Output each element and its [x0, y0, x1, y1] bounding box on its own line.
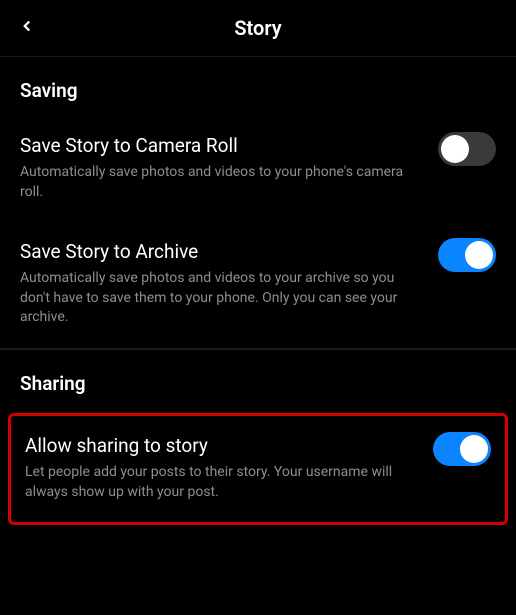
setting-text: Allow sharing to story Let people add yo… — [25, 434, 417, 502]
setting-title: Save Story to Archive — [20, 240, 422, 263]
toggle-save-camera-roll[interactable] — [438, 132, 496, 166]
setting-text: Save Story to Camera Roll Automatically … — [20, 134, 422, 202]
chevron-left-icon — [18, 17, 36, 35]
section-header-saving: Saving — [0, 56, 516, 116]
setting-description: Let people add your posts to their story… — [25, 463, 417, 502]
setting-save-camera-roll: Save Story to Camera Roll Automatically … — [0, 116, 516, 222]
back-button[interactable] — [12, 11, 42, 45]
setting-text: Save Story to Archive Automatically save… — [20, 240, 422, 328]
setting-allow-sharing: Allow sharing to story Let people add yo… — [11, 416, 505, 522]
setting-description: Automatically save photos and videos to … — [20, 269, 422, 328]
setting-title: Save Story to Camera Roll — [20, 134, 422, 157]
page-title: Story — [234, 16, 281, 40]
toggle-knob — [441, 135, 469, 163]
highlight-box: Allow sharing to story Let people add yo… — [8, 413, 508, 525]
header: Story — [0, 0, 516, 56]
toggle-allow-sharing[interactable] — [433, 432, 491, 466]
setting-title: Allow sharing to story — [25, 434, 417, 457]
section-header-sharing: Sharing — [0, 349, 516, 409]
toggle-knob — [465, 241, 493, 269]
setting-description: Automatically save photos and videos to … — [20, 163, 422, 202]
toggle-knob — [460, 435, 488, 463]
setting-save-archive: Save Story to Archive Automatically save… — [0, 222, 516, 348]
toggle-save-archive[interactable] — [438, 238, 496, 272]
